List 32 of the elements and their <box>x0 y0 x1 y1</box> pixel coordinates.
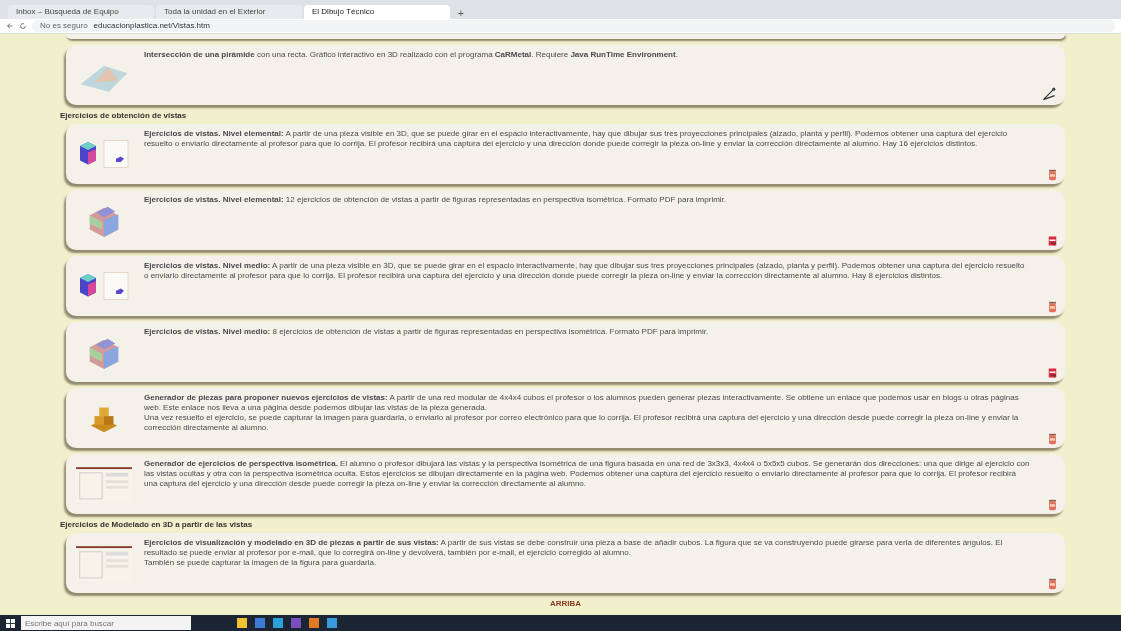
taskbar-search-field[interactable]: Escribe aquí para buscar <box>21 616 191 630</box>
exercise-description: Ejercicios de vistas. Nivel medio: 8 ejercicios de obtención de vistas a partir de figuras representadas en perspectiva isométrica. Formato PDF para imprimir. <box>144 327 710 337</box>
exercise-description: Ejercicios de vistas. Nivel medio: A partir de una pieza visible en 3D, que se puede girar en el espacio interactivamente, hay que dibujar sus tres proyecciones principales (alzado, planta y perfil). Podemos obtener una captura del ejercicio resuelto o enviarlo directamente al profesor para que lo corrija. El profesor recibirá una captura del ejercicio y una dirección donde puede corregir la pieza on-line y enviar la corrección directamente al alumno. Hay 8 ejercicios distintos. <box>144 261 1026 281</box>
new-tab-button[interactable]: + <box>452 9 470 19</box>
exercise-description: Generador de piezas para proponer nuevos ejercicios de vistas: A partir de una red modular de 4x4x4 cubos el profesor o los alumnos pueden generar piezas interactivamente. Se obtiene un enlace que podemos usar en blogs u otras páginas web. Este enlace nos lleva a una página desde podemos dibujar las vistas de la pieza generada. <box>144 393 1020 413</box>
app-screenshot-drawing[interactable] <box>76 544 132 582</box>
reload-icon[interactable] <box>19 22 27 30</box>
browser-tab[interactable]: Toda la unidad en el Exterior <box>156 5 302 19</box>
compass-icon[interactable] <box>1041 86 1057 102</box>
pdf-icon[interactable] <box>1048 235 1057 247</box>
exercise-description: Ejercicios de visualización y modelado en 3D de piezas a partir de sus vistas: A partir de sus vistas se debe construir una pieza a base de añadir cubos. La figura que se va construyendo puede girarse para verla de diferentes ángulos. El resultado se puede enviar al profesor por e-mail, que lo corregirá on-line y devolverá, también por e-mail, el ejercicio corregido al alumno. <box>144 538 1004 558</box>
app-screenshot-drawing[interactable] <box>76 465 132 503</box>
address-bar[interactable]: No es seguro educacionplastica.net/Vistas.htm <box>32 20 1115 32</box>
top-link[interactable]: ARRIBA <box>549 599 582 608</box>
jar-icon[interactable] <box>1048 578 1057 590</box>
jar-icon[interactable] <box>1048 169 1057 181</box>
jar-icon[interactable] <box>1048 433 1057 445</box>
exercise-description: También se puede capturar la imagen de la figura para guardarla. <box>144 558 378 568</box>
browser-tab[interactable]: Inbox – Búsqueda de Equipo <box>8 5 154 19</box>
exercise-description: Ejercicios de vistas. Nivel elemental: A partir de una pieza visible en 3D, que se puede girar en el espacio interactivamente, hay que dibujar sus tres proyecciones principales (alzado, planta y perfil). Podemos obtener una captura del ejercicio resuelto o enviarlo directamente al profesor para que lo corrija. El profesor recibirá una captura del ejercicio y una dirección donde puede corregir la pieza on-line y enviar la corrección directamente al alumno. Hay 16 ejercicios distintos. <box>144 129 1009 149</box>
section-heading: Ejercicios de Modelado en 3D a partir de las vistas <box>60 520 254 529</box>
pdf-icon[interactable] <box>1048 367 1057 379</box>
windows-start-icon[interactable] <box>6 618 15 628</box>
exercise-description: Una vez resuelto el ejercicio, se puede capturar la imagen para guardarla, o enviarlo al profesor por correo electrónico para que lo corrija. El profesor recibirá una captura del ejercicio y una dirección desde puede corregir la pieza on-line y enviar la corrección directamente al alumno. <box>144 413 1020 433</box>
jar-icon[interactable] <box>1048 499 1057 511</box>
exercise-description: Intersección de una pirámide con una recta. Gráfico interactivo en 3D realizado con el programa CaRMetal. Requiere Java RunTime Environment. <box>144 50 679 60</box>
section-heading: Ejercicios de obtención de vistas <box>60 111 188 120</box>
exercise-description: Generador de ejercicios de perspectiva isométrica. El alumno o profesor dibujará las vistas y la perspectiva isométrica de una figura basada en una red de 3x3x3, 4x4x4 o 5x5x5 cubos. Se generarán dos direcciones: una que dirige al ejercicio con las vistas ocultas y otra con la perspectiva isométrica oculta. Estos ejercicios se dibujan directamente en la página web. Podemos obtener una captura del ejercicio resuelto o enviarlo directamente al profesor para que lo corrija. El profesor recibirá una captura del ejercicio y una dirección desde puede corregir la pieza on-line y enviar la corrección directamente al alumno. <box>144 459 1031 489</box>
browser-tab[interactable]: El Dibujo Técnico <box>304 5 450 19</box>
back-icon[interactable] <box>6 22 14 30</box>
jar-icon[interactable] <box>1048 301 1057 313</box>
exercise-description: Ejercicios de vistas. Nivel elemental: 12 ejercicios de obtención de vistas a partir de figuras representadas en perspectiva isométrica. Formato PDF para imprimir. <box>144 195 728 205</box>
